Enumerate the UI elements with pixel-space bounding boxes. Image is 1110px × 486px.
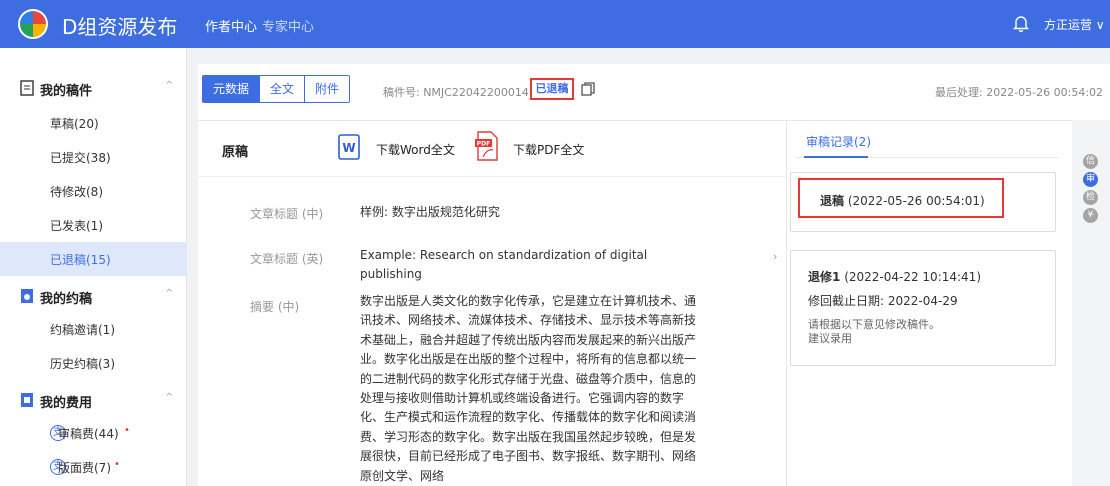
review-record-title: 退修1 (2022-04-22 10:14:41) — [808, 270, 981, 284]
section-title: 我的费用 — [40, 396, 93, 411]
sidebar-item-review-fee[interactable]: 支 审稿费(44) • — [0, 416, 187, 450]
collapse-icon[interactable]: ^ — [165, 80, 173, 91]
unread-dot: • — [114, 459, 120, 470]
sidebar-item-to-revise[interactable]: 待修改(8) — [0, 174, 187, 208]
active-tab-indicator — [804, 156, 868, 158]
section-title: 我的约稿 — [40, 292, 93, 307]
section-my-fees[interactable]: 我的费用 ^ — [0, 382, 187, 418]
document-icon — [20, 80, 34, 96]
last-processed: 最后处理: 2022-05-26 00:54:02 — [935, 86, 1104, 99]
rail-fee-icon[interactable]: ¥ — [1083, 208, 1098, 223]
app-logo — [18, 9, 48, 39]
pdf-file-icon[interactable]: PDF — [474, 131, 500, 161]
tab-fulltext[interactable]: 全文 — [260, 76, 306, 102]
download-pdf-link[interactable]: 下载PDF全文 — [513, 141, 584, 158]
tab-review-records[interactable]: 审稿记录(2) — [806, 133, 871, 150]
original-label: 原稿 — [222, 145, 249, 160]
sidebar-item-published[interactable]: 已发表(1) — [0, 208, 187, 242]
sidebar-item-drafts[interactable]: 草稿(20) — [0, 106, 187, 140]
invitation-icon — [21, 289, 33, 303]
notification-bell-icon[interactable] — [1012, 14, 1030, 32]
manuscript-number: 稿件号: NMJC22042200014 — [383, 86, 529, 99]
collapse-icon[interactable]: ^ — [165, 392, 173, 403]
rail-letter-icon[interactable]: 信 — [1083, 154, 1098, 169]
review-record-title: 退稿 (2022-05-26 00:54:01) — [820, 194, 985, 208]
svg-text:PDF: PDF — [477, 141, 490, 148]
sidebar-item-history[interactable]: 历史约稿(3) — [0, 346, 187, 380]
svg-text:W: W — [342, 141, 355, 155]
nav-expert-center[interactable]: 专家中心 — [262, 16, 314, 35]
field-value-title-en: Example: Research on standardization of … — [360, 248, 648, 282]
section-title: 我的稿件 — [40, 84, 93, 99]
field-value-title-cn: 样例: 数字出版规范化研究 — [360, 205, 500, 219]
sidebar-item-rejected[interactable]: 已退稿(15) — [0, 242, 187, 276]
status-badge: 已退稿 — [530, 78, 574, 100]
review-notes: 请根据以下意见修改稿件。 建议录用 — [808, 318, 940, 345]
unread-dot: • — [124, 425, 130, 436]
rail-check-icon[interactable]: 检 — [1083, 190, 1098, 205]
word-file-icon[interactable]: W — [338, 134, 360, 160]
download-word-link[interactable]: 下载Word全文 — [376, 141, 455, 158]
app-title: D组资源发布 — [62, 15, 178, 39]
field-label-title-en: 文章标题 (英) — [250, 252, 324, 266]
field-label-abstract-cn: 摘要 (中) — [250, 300, 300, 314]
sidebar-item-submitted[interactable]: 已提交(38) — [0, 140, 187, 174]
expand-chevron-icon[interactable]: › — [773, 250, 777, 263]
section-my-invitations[interactable]: 我的约稿 ^ — [0, 278, 187, 314]
sidebar: 我的稿件 ^ 草稿(20) 已提交(38) 待修改(8) 已发表(1) 已退稿(… — [0, 48, 187, 486]
sidebar-item-page-fee[interactable]: 支 版面费(7) • — [0, 450, 187, 484]
tab-metadata[interactable]: 元数据 — [203, 76, 261, 102]
divider — [198, 120, 1110, 121]
tab-attachments[interactable]: 附件 — [305, 76, 350, 102]
revision-deadline: 修回截止日期: 2022-04-29 — [808, 294, 958, 308]
field-label-title-cn: 文章标题 (中) — [250, 207, 324, 221]
copy-icon[interactable] — [580, 81, 596, 97]
user-menu[interactable]: 方正运营 ∨ — [1044, 16, 1105, 33]
fee-icon — [21, 393, 33, 407]
section-my-manuscripts[interactable]: 我的稿件 ^ — [0, 70, 187, 106]
divider — [198, 176, 786, 177]
nav-author-center[interactable]: 作者中心 — [205, 16, 257, 35]
field-value-abstract-cn: 数字出版是人类文化的数字化传承，它是建立在计算机技术、通讯技术、网络技术、流媒体… — [360, 294, 697, 483]
view-tabs: 元数据 全文 附件 — [202, 75, 351, 103]
collapse-icon[interactable]: ^ — [165, 288, 173, 299]
divider — [786, 120, 787, 486]
sidebar-item-invitations[interactable]: 约稿邀请(1) — [0, 312, 187, 346]
rail-review-icon[interactable]: 审 — [1083, 172, 1098, 187]
